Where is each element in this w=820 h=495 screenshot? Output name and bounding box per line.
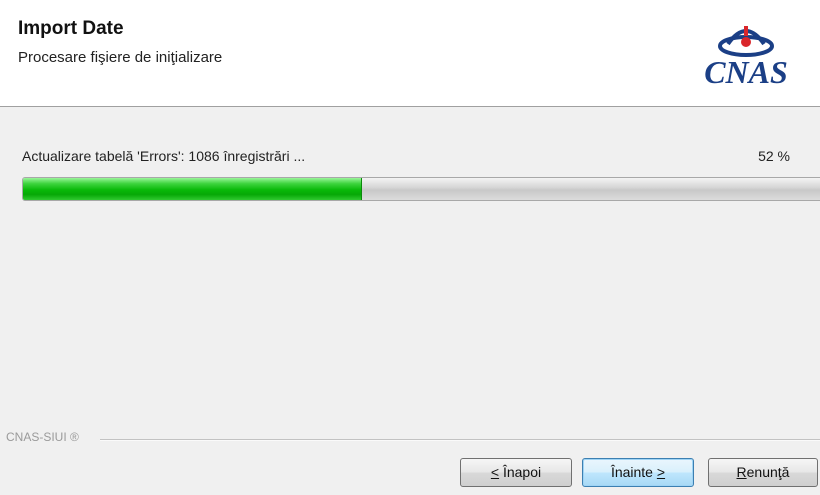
back-mnemonic: < <box>490 464 500 480</box>
back-label: Înapoi <box>499 464 542 480</box>
cancel-button[interactable]: Renunţă <box>708 458 818 487</box>
page-title: Import Date <box>18 18 124 39</box>
progress-status-text: Actualizare tabelă 'Errors': 1086 înregi… <box>22 148 306 164</box>
cancel-mnemonic: R <box>736 464 747 480</box>
progress-bar <box>22 177 820 201</box>
logo-wordmark: CNAS <box>704 54 788 90</box>
back-button[interactable]: < Înapoi <box>460 458 572 487</box>
footer-divider <box>100 439 820 441</box>
next-mnemonic: > <box>656 464 666 480</box>
cancel-label: enunţă <box>746 464 790 480</box>
page-subtitle: Procesare fişiere de iniţializare <box>18 49 223 66</box>
progress-bar-fill <box>23 178 362 200</box>
next-label: Înainte <box>610 464 653 480</box>
wizard-header: Import Date Procesare fişiere de iniţial… <box>0 0 820 107</box>
footer-brand: CNAS-SIUI ® <box>6 430 79 444</box>
progress-percent: 52 % <box>758 148 790 164</box>
next-button[interactable]: Înainte > <box>582 458 694 487</box>
cnas-logo: CNAS <box>682 24 810 94</box>
